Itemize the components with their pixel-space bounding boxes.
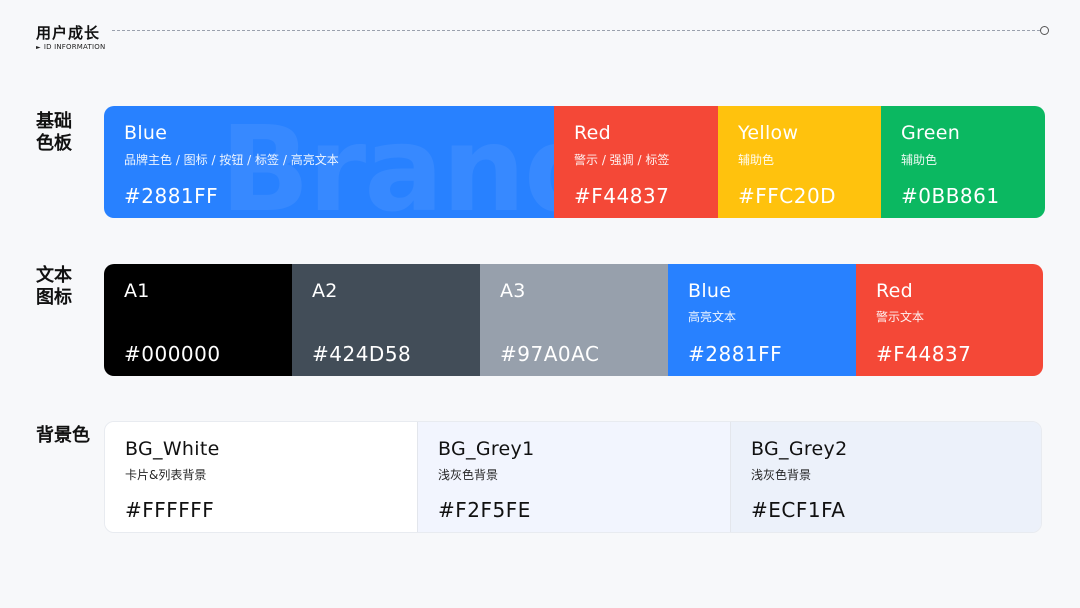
swatch-text-a2[interactable]: A2 #424D58 (292, 264, 480, 376)
background-label-line1: 背景色 (36, 425, 90, 446)
swatch-bg-white[interactable]: BG_White 卡片&列表背景 #FFFFFF (105, 422, 418, 532)
swatch-hex: #2881FF (124, 184, 219, 208)
swatch-description: 辅助色 (738, 153, 775, 167)
swatch-bg-grey2[interactable]: BG_Grey2 浅灰色背景 #ECF1FA (731, 422, 1041, 532)
swatch-text-a1[interactable]: A1 #000000 (104, 264, 292, 376)
swatch-brand-green[interactable]: Green 辅助色 #0BB861 (881, 106, 1045, 218)
header-divider (112, 30, 1040, 31)
brand-label-line2: 色板 (36, 133, 72, 154)
swatch-name: Green (901, 122, 961, 144)
swatch-name: Red (574, 122, 611, 144)
swatch-description: 浅灰色背景 (751, 468, 812, 482)
swatch-name: Red (876, 280, 913, 302)
swatch-hex: #2881FF (688, 342, 783, 366)
swatch-hex: #F2F5FE (438, 498, 531, 522)
swatch-name: BG_White (125, 438, 220, 460)
divider-end-circle-icon (1040, 26, 1049, 35)
swatch-name: Yellow (738, 122, 799, 144)
swatch-hex: #FFC20D (738, 184, 837, 208)
swatch-brand-blue[interactable]: Brand Blue 品牌主色 / 图标 / 按钮 / 标签 / 高亮文本 #2… (104, 106, 554, 218)
swatch-hex: #F44837 (876, 342, 972, 366)
swatch-name: BG_Grey1 (438, 438, 535, 460)
swatch-description: 高亮文本 (688, 310, 737, 324)
brand-label-line1: 基础 (36, 111, 72, 132)
background-palette-row: BG_White 卡片&列表背景 #FFFFFF BG_Grey1 浅灰色背景 … (104, 421, 1042, 533)
swatch-description: 辅助色 (901, 153, 938, 167)
swatch-bg-grey1[interactable]: BG_Grey1 浅灰色背景 #F2F5FE (418, 422, 731, 532)
swatch-name: Blue (124, 122, 168, 144)
swatch-text-blue[interactable]: Blue 高亮文本 #2881FF (668, 264, 856, 376)
swatch-hex: #F44837 (574, 184, 670, 208)
brand-section-label: 基础 色板 (36, 111, 96, 155)
page-title: 用户成长 (36, 24, 101, 42)
swatch-hex: #FFFFFF (125, 498, 215, 522)
text-icon-section-label: 文本 图标 (36, 265, 96, 309)
swatch-brand-red[interactable]: Red 警示 / 强调 / 标签 #F44837 (554, 106, 718, 218)
background-section-label: 背景色 (36, 425, 106, 447)
swatch-name: A3 (500, 280, 526, 302)
swatch-description: 警示 / 强调 / 标签 (574, 153, 670, 167)
swatch-name: Blue (688, 280, 732, 302)
swatch-text-red[interactable]: Red 警示文本 #F44837 (856, 264, 1043, 376)
swatch-description: 警示文本 (876, 310, 925, 324)
swatch-hex: #ECF1FA (751, 498, 846, 522)
swatch-brand-yellow[interactable]: Yellow 辅助色 #FFC20D (718, 106, 881, 218)
triangle-marker-icon: ► (36, 44, 41, 51)
swatch-hex: #97A0AC (500, 342, 600, 366)
swatch-description: 品牌主色 / 图标 / 按钮 / 标签 / 高亮文本 (124, 153, 339, 167)
swatch-name: BG_Grey2 (751, 438, 848, 460)
swatch-text-a3[interactable]: A3 #97A0AC (480, 264, 668, 376)
swatch-name: A1 (124, 280, 150, 302)
page-subtitle: ► ID INFORMATION (36, 43, 105, 51)
swatch-hex: #0BB861 (901, 184, 1000, 208)
subtitle-text: ID INFORMATION (43, 43, 106, 51)
text-icon-palette-row: A1 #000000 A2 #424D58 A3 #97A0AC Blue 高亮… (104, 264, 1043, 376)
swatch-description: 卡片&列表背景 (125, 468, 207, 482)
text-icon-label-line2: 图标 (36, 287, 72, 308)
swatch-hex: #000000 (124, 342, 221, 366)
swatch-hex: #424D58 (312, 342, 412, 366)
swatch-name: A2 (312, 280, 338, 302)
brand-palette-row: Brand Blue 品牌主色 / 图标 / 按钮 / 标签 / 高亮文本 #2… (104, 106, 1045, 218)
text-icon-label-line1: 文本 (36, 265, 72, 286)
swatch-description: 浅灰色背景 (438, 468, 499, 482)
